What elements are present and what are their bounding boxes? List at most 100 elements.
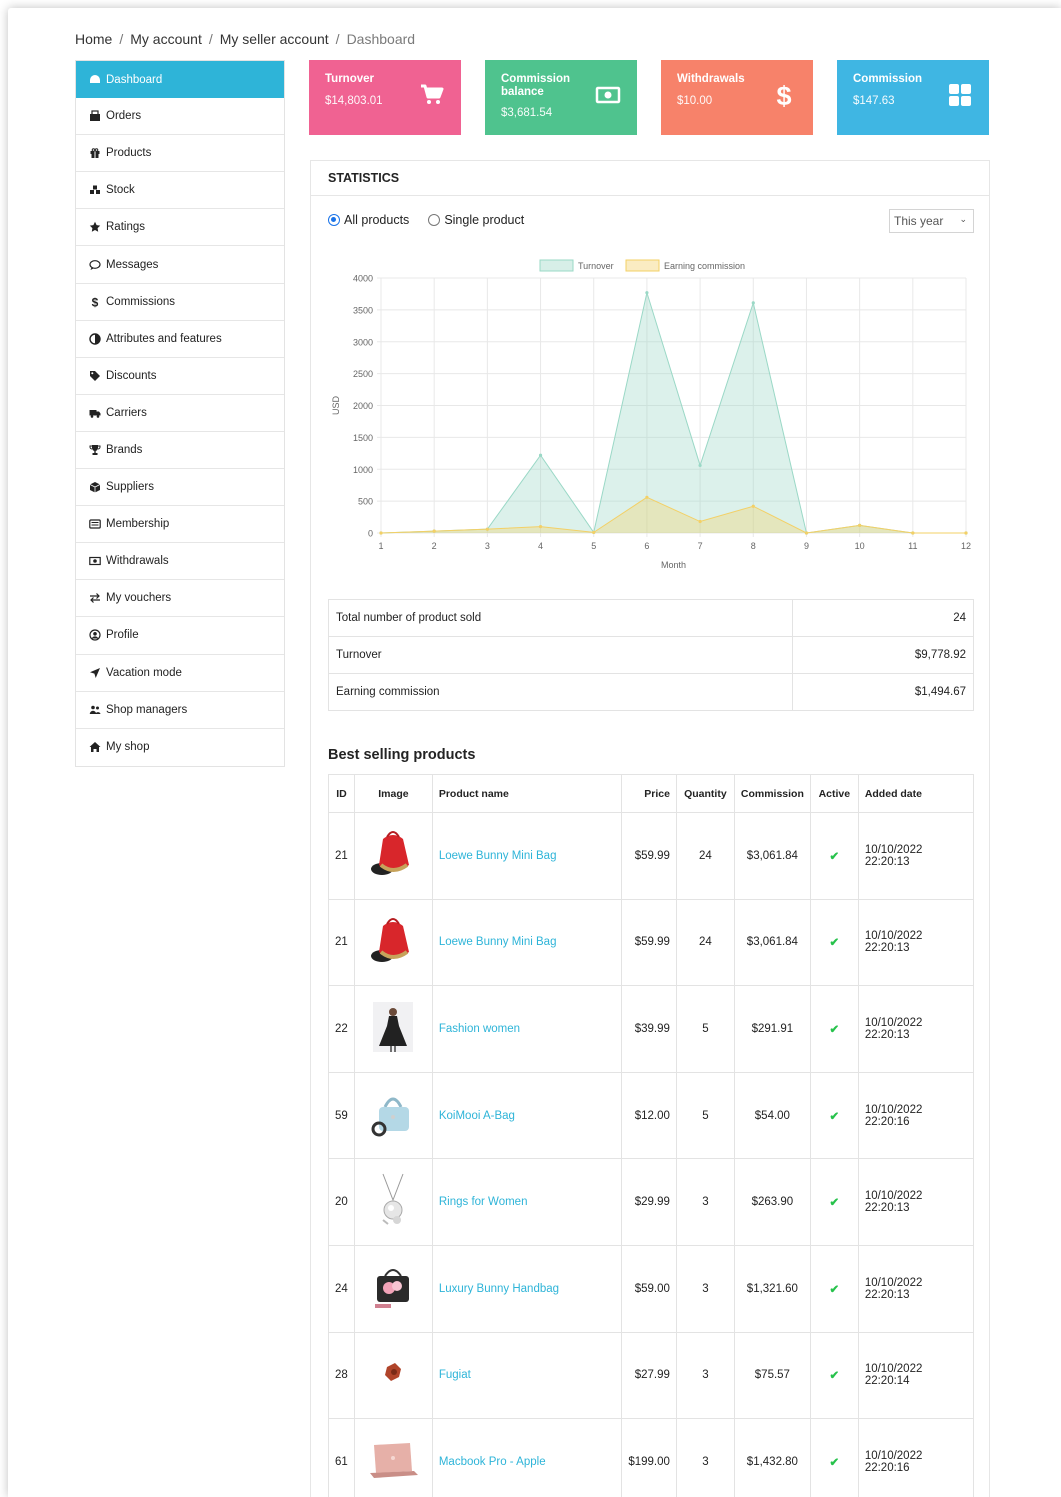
all-products-radio[interactable] — [328, 214, 340, 226]
data-point[interactable] — [751, 504, 755, 508]
summary-label: Turnover — [328, 636, 793, 674]
dollar-icon: $ — [89, 296, 101, 308]
sidebar-item-attributes-and-features[interactable]: Attributes and features — [76, 321, 284, 358]
sidebar-item-shop-managers[interactable]: Shop managers — [76, 692, 284, 729]
breadcrumb-my-seller-account[interactable]: My seller account — [220, 31, 329, 47]
column-header[interactable]: Image — [353, 774, 433, 813]
data-point[interactable] — [645, 291, 649, 295]
column-header[interactable]: Added date — [857, 774, 975, 813]
sidebar-item-messages[interactable]: Messages — [76, 246, 284, 284]
data-point[interactable] — [751, 301, 755, 305]
column-header[interactable]: Price — [621, 774, 677, 813]
product-image[interactable] — [353, 1244, 433, 1333]
breadcrumb-home[interactable]: Home — [75, 31, 112, 47]
legend-label[interactable]: Turnover — [578, 261, 614, 271]
data-point[interactable] — [964, 531, 968, 535]
table-row[interactable]: 24 Luxury Bunny Handbag $59.00 3 $1,321.60 ✔ 1… — [328, 1244, 975, 1333]
product-active: ✔ — [809, 898, 859, 987]
sidebar-item-my-shop[interactable]: My shop — [76, 729, 284, 766]
data-point[interactable] — [538, 453, 543, 457]
product-active: ✔ — [809, 1418, 859, 1497]
product-name-cell: Fugiat — [431, 1331, 623, 1420]
product-name-link[interactable]: Loewe Bunny Mini Bag — [439, 936, 557, 948]
sidebar-item-discounts[interactable]: Discounts — [76, 358, 284, 395]
product-name-link[interactable]: Loewe Bunny Mini Bag — [439, 850, 557, 862]
table-row[interactable]: 59 KoiMooi A-Bag $12.00 5 $54.00 ✔ 10/10/2022 … — [328, 1071, 975, 1160]
data-point[interactable] — [645, 495, 649, 499]
period-select[interactable]: This year ⌄ — [889, 209, 974, 233]
table-row[interactable]: 28 Fugiat $27.99 3 $75.57 ✔ 10/10/2022 22:20:1… — [328, 1331, 975, 1420]
table-row[interactable]: 20 Rings for Women $29.99 3 $263.90 ✔ 10/10/20… — [328, 1158, 975, 1246]
sidebar-item-profile[interactable]: Profile — [76, 617, 284, 655]
sidebar-item-stock[interactable]: Stock — [76, 172, 284, 210]
card-commission[interactable]: Commission $147.63 — [837, 60, 989, 135]
breadcrumb-my-account[interactable]: My account — [130, 31, 202, 47]
product-image[interactable] — [353, 1418, 433, 1497]
data-point[interactable] — [432, 529, 436, 533]
product-image[interactable] — [353, 1071, 433, 1160]
data-point[interactable] — [698, 463, 702, 468]
x-tick-label: 8 — [751, 541, 756, 551]
product-image[interactable] — [353, 812, 433, 900]
data-point[interactable] — [485, 527, 489, 531]
sidebar-item-dashboard[interactable]: Dashboard — [76, 61, 284, 99]
sidebar-item-label: Stock — [106, 184, 135, 197]
product-name-link[interactable]: Luxury Bunny Handbag — [439, 1283, 559, 1295]
sidebar-item-orders[interactable]: Orders — [76, 98, 284, 136]
product-image[interactable] — [353, 1158, 433, 1246]
gift-icon — [89, 147, 101, 159]
sidebar-item-ratings[interactable]: Ratings — [76, 209, 284, 247]
sidebar-item-label: Profile — [106, 629, 139, 642]
product-image[interactable] — [353, 985, 433, 1073]
card-commission-balance[interactable]: Commission balance $3,681.54 — [485, 60, 637, 135]
product-image[interactable] — [353, 1331, 433, 1420]
summary-value: $1,494.67 — [792, 673, 974, 711]
table-row[interactable]: 21 Loewe Bunny Mini Bag $59.99 24 $3,061.84 ✔… — [328, 898, 975, 987]
table-row[interactable]: 22 Fashion women $39.99 5 $291.91 ✔ 10/10/2022… — [328, 985, 975, 1073]
product-name-link[interactable]: Fugiat — [439, 1369, 471, 1381]
product-active: ✔ — [809, 1071, 859, 1160]
product-name-link[interactable]: Rings for Women — [439, 1196, 528, 1208]
product-id: 20 — [328, 1158, 355, 1246]
column-header[interactable]: ID — [328, 774, 355, 813]
legend-swatch[interactable] — [539, 259, 574, 272]
cart-icon — [419, 82, 445, 108]
sidebar-item-products[interactable]: Products — [76, 135, 284, 173]
data-point[interactable] — [538, 525, 543, 529]
column-header[interactable]: Active — [809, 774, 859, 813]
table-row[interactable]: 61 Macbook Pro - Apple $199.00 3 $1,432.80 ✔ 1… — [328, 1418, 975, 1497]
data-point[interactable] — [698, 519, 702, 524]
card-turnover[interactable]: Turnover $14,803.01 — [309, 60, 461, 135]
product-name-link[interactable]: Macbook Pro - Apple — [439, 1456, 546, 1468]
card-withdrawals[interactable]: Withdrawals $10.00 $ — [661, 60, 813, 135]
sidebar-item-vacation-mode[interactable]: Vacation mode — [76, 655, 284, 692]
legend-swatch[interactable] — [625, 259, 660, 272]
product-name-link[interactable]: KoiMooi A-Bag — [439, 1110, 515, 1122]
sidebar-item-my-vouchers[interactable]: My vouchers — [76, 580, 284, 618]
sidebar-item-withdrawals[interactable]: Withdrawals — [76, 543, 284, 581]
single-product-radio[interactable] — [428, 214, 441, 226]
statistics-panel: STATISTICS All products Single product T… — [310, 160, 990, 1497]
column-header[interactable]: Commission — [733, 774, 811, 813]
orders-icon — [89, 110, 101, 122]
data-point[interactable] — [804, 531, 809, 535]
sidebar-item-label: Brands — [106, 443, 143, 456]
data-point[interactable] — [911, 531, 915, 535]
data-point[interactable] — [379, 531, 383, 535]
sidebar-item-brands[interactable]: Brands — [76, 432, 284, 470]
sidebar-item-carriers[interactable]: Carriers — [76, 395, 284, 432]
sidebar-item-suppliers[interactable]: Suppliers — [76, 469, 284, 507]
single-product-label[interactable]: Single product — [444, 213, 524, 227]
sidebar-item-membership[interactable]: Membership — [76, 506, 284, 544]
sidebar-item-commissions[interactable]: $ Commissions — [76, 284, 284, 321]
table-row[interactable]: 21 Loewe Bunny Mini Bag $59.99 24 $3,061.84 ✔… — [328, 812, 975, 900]
column-header[interactable]: Product name — [431, 774, 623, 813]
y-tick-label: 1000 — [353, 465, 373, 475]
column-header[interactable]: Quantity — [675, 774, 735, 813]
data-point[interactable] — [592, 530, 596, 534]
product-image[interactable] — [353, 898, 433, 987]
all-products-label[interactable]: All products — [344, 213, 409, 227]
data-point[interactable] — [858, 523, 862, 527]
product-name-link[interactable]: Fashion women — [439, 1023, 520, 1035]
legend-label[interactable]: Earning commission — [664, 261, 745, 271]
